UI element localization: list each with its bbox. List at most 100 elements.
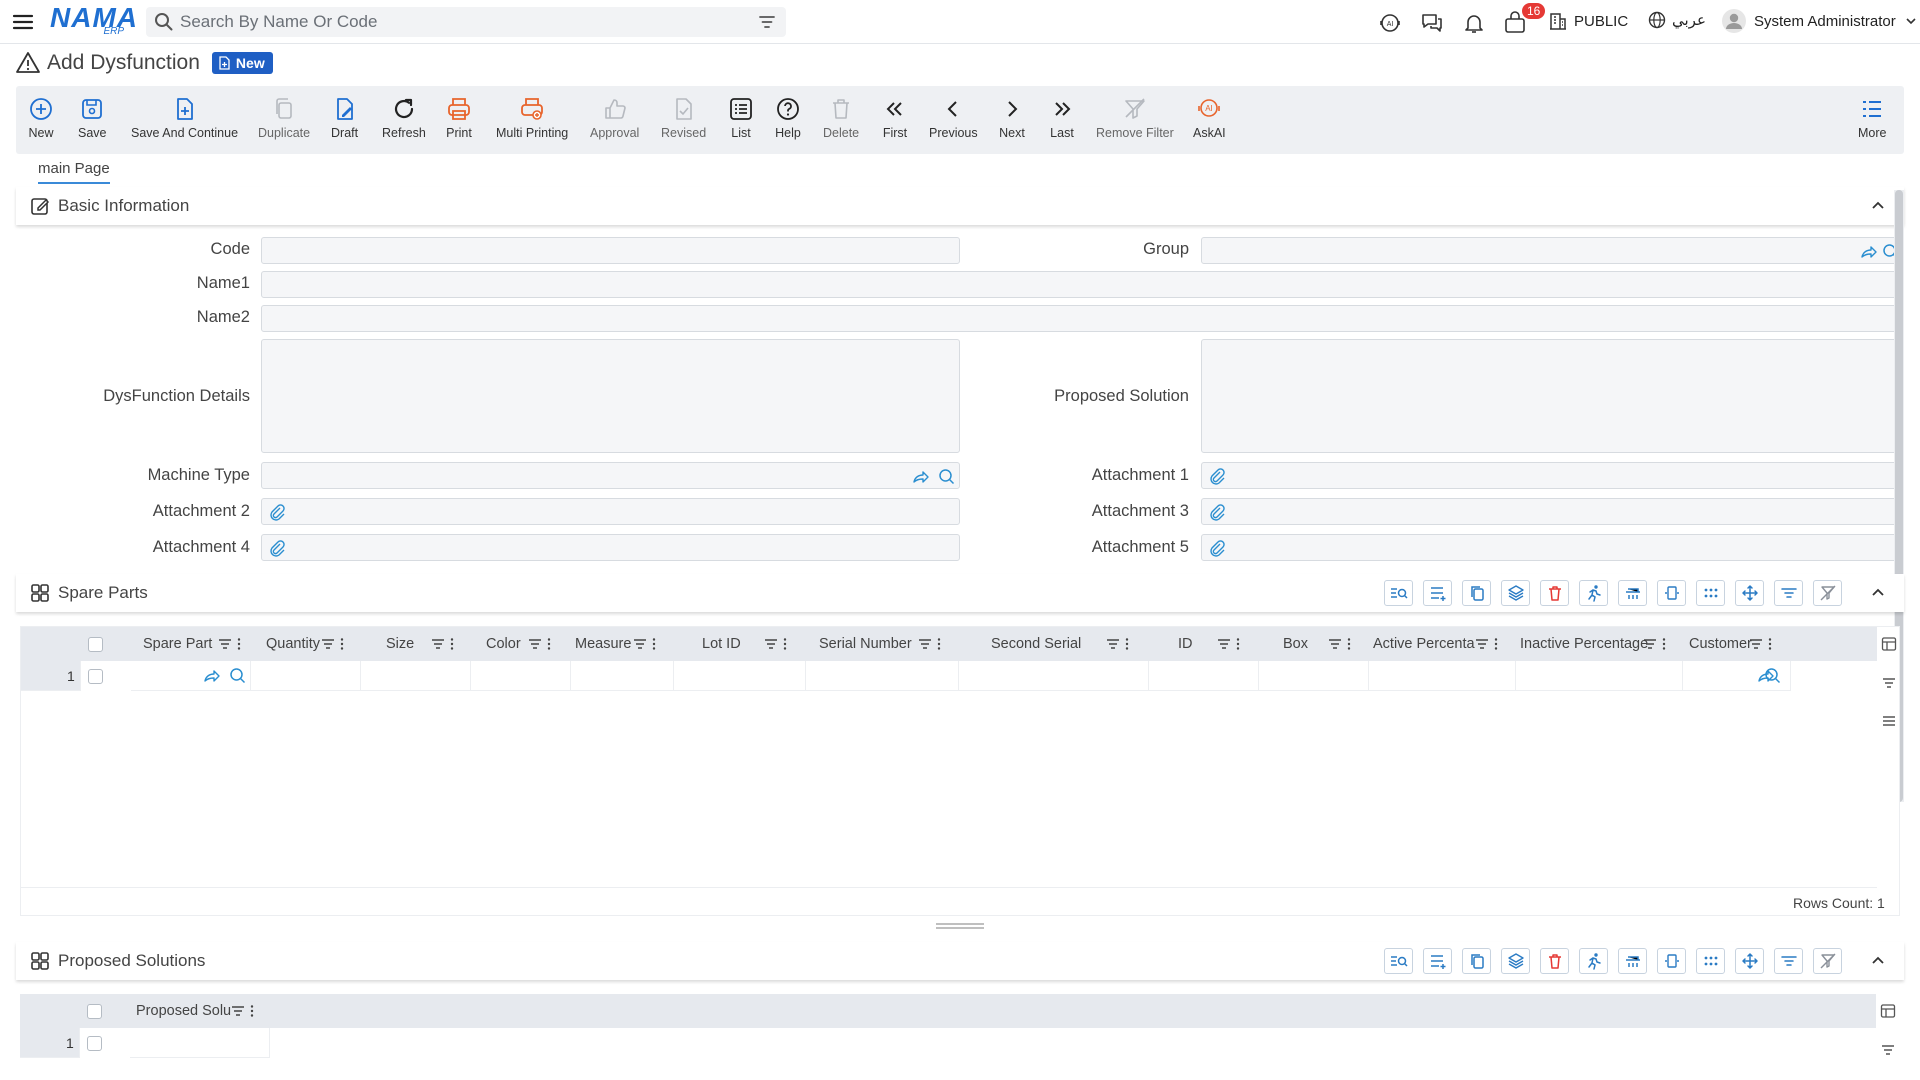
column-menu-icon[interactable] xyxy=(1106,637,1132,651)
measure-cell[interactable] xyxy=(571,661,674,691)
column-menu-icon[interactable] xyxy=(918,637,944,651)
user-menu[interactable]: System Administrator xyxy=(1722,9,1918,33)
print-button[interactable]: Print xyxy=(446,96,472,140)
new-button[interactable]: New xyxy=(28,96,54,140)
delete-rows-button[interactable] xyxy=(1540,580,1569,606)
draft-button[interactable]: Draft xyxy=(331,96,358,140)
layers-button[interactable] xyxy=(1501,580,1530,606)
col-header[interactable]: Second Serial xyxy=(991,636,1081,652)
chevron-up-icon[interactable] xyxy=(1870,953,1886,969)
multi-printing-button[interactable]: Multi Printing xyxy=(496,96,568,140)
column-menu-icon[interactable] xyxy=(528,637,554,651)
column-menu-icon[interactable] xyxy=(1749,637,1775,651)
chevron-up-icon[interactable] xyxy=(1870,198,1886,214)
table-row[interactable]: 1 xyxy=(21,661,1877,691)
col-header[interactable]: Active Percenta xyxy=(1373,636,1475,652)
col-header[interactable]: Quantity xyxy=(266,636,320,652)
first-button[interactable]: First xyxy=(882,96,908,140)
col-header[interactable]: Serial Number xyxy=(819,636,912,652)
tab-main-page[interactable]: main Page xyxy=(38,160,110,184)
column-menu-icon[interactable] xyxy=(231,1004,257,1018)
refresh-button[interactable]: Refresh xyxy=(382,96,426,140)
filter-button[interactable] xyxy=(1774,948,1803,974)
save-and-continue-button[interactable]: Save And Continue xyxy=(131,96,238,140)
col-header[interactable]: Customer xyxy=(1689,636,1752,652)
attachment2-field[interactable] xyxy=(261,498,960,525)
lookup-search-icon[interactable] xyxy=(938,468,955,485)
col-header[interactable]: Inactive Percentage xyxy=(1520,636,1648,652)
proposed-solution-textarea[interactable] xyxy=(1201,339,1900,453)
quantity-cell[interactable] xyxy=(251,661,361,691)
share-arrow-icon[interactable] xyxy=(203,667,220,684)
menu-lines-icon[interactable] xyxy=(1881,713,1897,729)
table-settings-icon[interactable] xyxy=(1880,1003,1896,1019)
more-button[interactable]: More xyxy=(1858,96,1886,140)
code-field[interactable] xyxy=(261,237,960,264)
filter-button[interactable] xyxy=(1774,580,1803,606)
column-menu-icon[interactable] xyxy=(1643,637,1669,651)
menu-icon[interactable] xyxy=(12,11,34,33)
column-menu-icon[interactable] xyxy=(633,637,659,651)
language-switcher[interactable]: عربي xyxy=(1648,11,1706,29)
grid-options-button[interactable] xyxy=(1696,580,1725,606)
remove-filter-button[interactable]: Remove Filter xyxy=(1096,96,1174,140)
list-button[interactable]: List xyxy=(728,96,754,140)
duplicate-button[interactable]: Duplicate xyxy=(258,96,310,140)
revised-button[interactable]: Revised xyxy=(661,96,706,140)
lookup-search-icon[interactable] xyxy=(1764,667,1781,684)
column-menu-icon[interactable] xyxy=(1217,637,1243,651)
lot-id-cell[interactable] xyxy=(674,661,806,691)
attachment1-field[interactable] xyxy=(1201,462,1900,489)
resize-handle-icon[interactable] xyxy=(935,922,985,930)
col-header[interactable]: Size xyxy=(386,636,414,652)
color-cell[interactable] xyxy=(471,661,571,691)
add-rows-button[interactable] xyxy=(1423,948,1452,974)
grid-search-button[interactable] xyxy=(1384,948,1413,974)
fit-columns-button[interactable] xyxy=(1657,580,1686,606)
copy-rows-button[interactable] xyxy=(1462,580,1491,606)
col-header[interactable]: Proposed Solu xyxy=(136,1003,231,1019)
paperclip-icon[interactable] xyxy=(268,539,286,557)
dysfunction-details-textarea[interactable] xyxy=(261,339,960,453)
branch-selector[interactable]: PUBLIC xyxy=(1548,11,1628,31)
select-all-checkbox[interactable] xyxy=(88,637,103,652)
group-field[interactable] xyxy=(1201,237,1900,264)
spare-part-cell[interactable] xyxy=(131,661,251,691)
column-menu-icon[interactable] xyxy=(764,637,790,651)
col-header[interactable]: Color xyxy=(486,636,521,652)
select-all-checkbox[interactable] xyxy=(87,1004,102,1019)
askai-button[interactable]: AI AskAI xyxy=(1193,96,1226,140)
proposed-solution-cell[interactable] xyxy=(130,1028,270,1058)
paperclip-icon[interactable] xyxy=(1208,503,1226,521)
delete-rows-button[interactable] xyxy=(1540,948,1569,974)
col-header[interactable]: Measure xyxy=(575,636,631,652)
paperclip-icon[interactable] xyxy=(1208,539,1226,557)
ai-assistant-icon[interactable]: AI xyxy=(1378,11,1402,35)
share-arrow-icon[interactable] xyxy=(1860,243,1877,260)
layers-button[interactable] xyxy=(1501,948,1530,974)
last-button[interactable]: Last xyxy=(1049,96,1075,140)
attachment4-field[interactable] xyxy=(261,534,960,561)
fit-columns-button[interactable] xyxy=(1657,948,1686,974)
second-serial-cell[interactable] xyxy=(959,661,1149,691)
clear-filter-button[interactable] xyxy=(1813,580,1842,606)
chevron-up-icon[interactable] xyxy=(1870,585,1886,601)
chat-icon[interactable] xyxy=(1420,11,1444,35)
serial-number-cell[interactable] xyxy=(806,661,959,691)
machine-type-field[interactable] xyxy=(261,462,960,489)
column-menu-icon[interactable] xyxy=(321,637,347,651)
col-header[interactable]: Box xyxy=(1283,636,1308,652)
merge-columns-button[interactable] xyxy=(1618,948,1647,974)
run-button[interactable] xyxy=(1579,580,1608,606)
move-button[interactable] xyxy=(1735,948,1764,974)
table-row[interactable]: 1 xyxy=(20,1028,1876,1058)
table-settings-icon[interactable] xyxy=(1881,636,1897,652)
lookup-search-icon[interactable] xyxy=(229,667,246,684)
column-menu-icon[interactable] xyxy=(431,637,457,651)
save-button[interactable]: Save xyxy=(78,96,107,140)
paperclip-icon[interactable] xyxy=(1208,467,1226,485)
grid-search-button[interactable] xyxy=(1384,580,1413,606)
search-input[interactable] xyxy=(180,12,740,32)
add-rows-button[interactable] xyxy=(1423,580,1452,606)
size-cell[interactable] xyxy=(361,661,471,691)
